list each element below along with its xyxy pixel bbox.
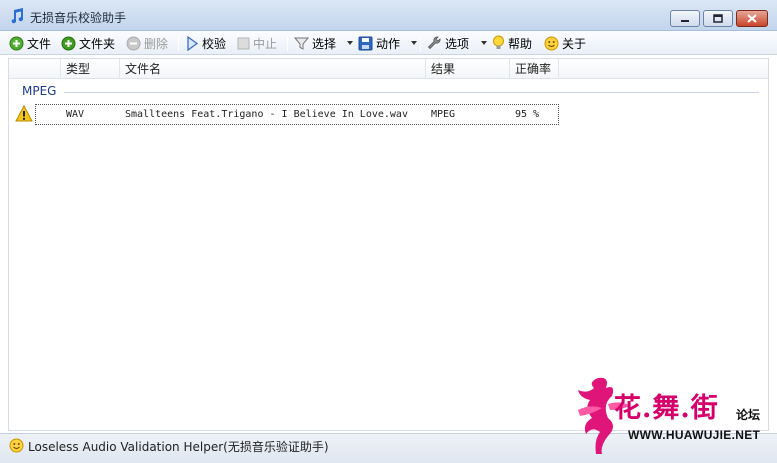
verify-button[interactable]: 校验 xyxy=(186,34,226,52)
minimize-button[interactable] xyxy=(670,10,700,27)
watermark-forum-text: 论坛 xyxy=(736,408,761,422)
cell-result: MPEG xyxy=(431,109,456,120)
delete-button[interactable]: 删除 xyxy=(126,34,168,52)
column-header-result[interactable]: 结果 xyxy=(426,59,510,79)
lightbulb-icon xyxy=(493,35,504,49)
stop-button[interactable]: 中止 xyxy=(237,34,277,52)
close-icon xyxy=(747,14,757,23)
about-button-label: 关于 xyxy=(562,36,587,51)
help-button[interactable]: 帮助 xyxy=(492,34,532,52)
options-button[interactable]: 选项 xyxy=(427,34,469,52)
select-button-label: 选择 xyxy=(312,36,337,51)
minimize-icon xyxy=(681,19,689,22)
toolbar-separator xyxy=(178,35,179,51)
play-icon xyxy=(187,35,199,51)
smiley-icon xyxy=(544,36,559,50)
save-icon xyxy=(358,36,373,50)
stop-icon xyxy=(237,37,250,49)
group-divider xyxy=(64,92,759,93)
add-file-icon xyxy=(9,36,24,50)
cell-accuracy: 95 % xyxy=(515,109,540,120)
smiley-icon xyxy=(9,438,24,453)
cell-filename: Smallteens Feat.Trigano - I Believe In L… xyxy=(125,109,408,120)
title-bar: 无损音乐校验助手 xyxy=(0,0,777,31)
toolbar-separator xyxy=(420,35,421,51)
column-header-icon[interactable] xyxy=(9,59,61,79)
column-header-accuracy[interactable]: 正确率 xyxy=(510,59,559,79)
select-button[interactable]: 选择 xyxy=(294,34,336,52)
folder-button[interactable]: 文件夹 xyxy=(61,34,115,52)
watermark-logo: 花.舞.街 论坛 WWW.HUAWUJIE.NET xyxy=(572,374,772,456)
verify-button-label: 校验 xyxy=(202,36,227,51)
action-button[interactable]: 动作 xyxy=(358,34,400,52)
file-button[interactable]: 文件 xyxy=(9,34,51,52)
folder-button-label: 文件夹 xyxy=(79,36,116,51)
about-button[interactable]: 关于 xyxy=(544,34,586,52)
status-text: Loseless Audio Validation Helper(无损音乐验证助… xyxy=(28,440,329,454)
watermark-url: WWW.HUAWUJIE.NET xyxy=(628,428,761,442)
warning-icon xyxy=(15,105,33,122)
stop-button-label: 中止 xyxy=(253,36,278,51)
help-button-label: 帮助 xyxy=(508,36,533,51)
toolbar-separator xyxy=(287,35,288,51)
file-button-label: 文件 xyxy=(27,36,52,51)
options-dropdown-arrow-icon[interactable] xyxy=(481,41,487,45)
music-note-icon xyxy=(11,8,24,24)
add-folder-icon xyxy=(61,36,76,50)
close-button[interactable] xyxy=(736,10,768,27)
column-header-row: 类型 文件名 结果 正确率 xyxy=(9,59,768,79)
table-row[interactable]: WAV Smallteens Feat.Trigano - I Believe … xyxy=(35,104,559,125)
wrench-icon xyxy=(427,36,441,49)
watermark-chinese-text: 花.舞.街 xyxy=(614,393,719,424)
group-header-label[interactable]: MPEG xyxy=(22,84,56,98)
maximize-button[interactable] xyxy=(703,10,733,27)
action-button-label: 动作 xyxy=(376,36,401,51)
column-header-filename[interactable]: 文件名 xyxy=(120,59,426,79)
select-dropdown-arrow-icon[interactable] xyxy=(347,41,353,45)
maximize-icon xyxy=(713,14,723,23)
options-button-label: 选项 xyxy=(445,36,470,51)
action-dropdown-arrow-icon[interactable] xyxy=(411,41,417,45)
remove-icon xyxy=(126,36,141,50)
toolbar: 文件 文件夹 删除 校验 中止 选择 动作 选项 帮助 关于 xyxy=(0,31,777,55)
delete-button-label: 删除 xyxy=(144,36,169,51)
column-header-type[interactable]: 类型 xyxy=(61,59,120,79)
cell-type: WAV xyxy=(66,109,85,120)
window-title: 无损音乐校验助手 xyxy=(30,11,127,25)
filter-icon xyxy=(294,37,309,50)
